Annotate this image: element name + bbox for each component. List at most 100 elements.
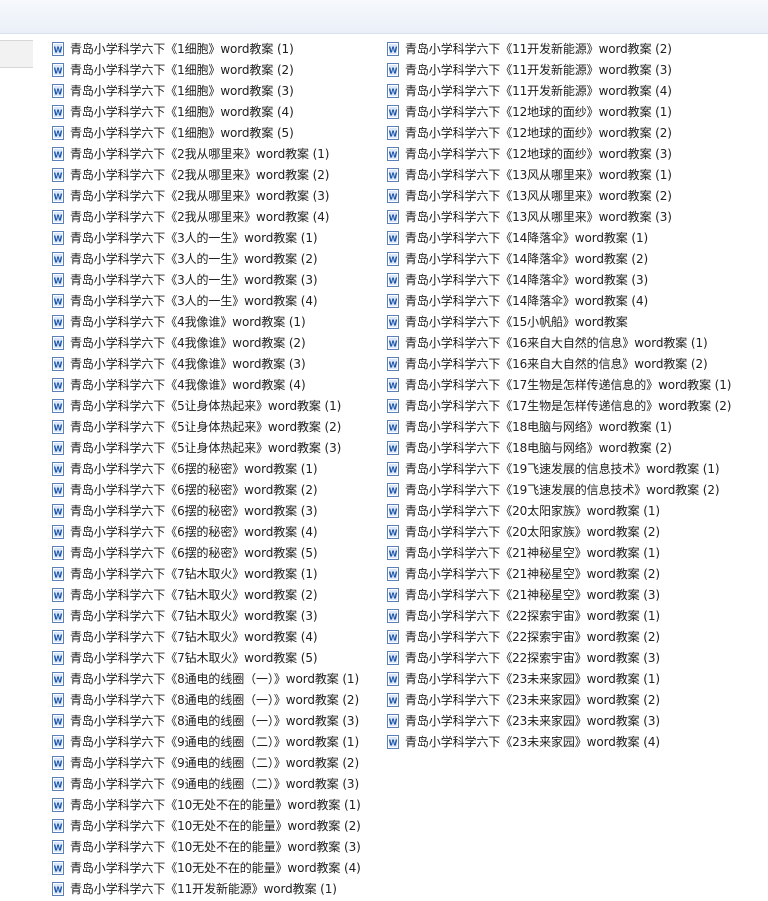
file-item[interactable]: W 青岛小学科学六下《21神秘星空》word教案 (3) (387, 584, 660, 605)
file-item[interactable]: W 青岛小学科学六下《7钻木取火》word教案 (4) (52, 626, 318, 647)
file-item[interactable]: W 青岛小学科学六下《18电脑与网络》word教案 (2) (387, 437, 672, 458)
file-item[interactable]: W 青岛小学科学六下《20太阳家族》word教案 (1) (387, 500, 660, 521)
file-item[interactable]: W 青岛小学科学六下《11开发新能源》word教案 (3) (387, 59, 672, 80)
file-item[interactable]: W 青岛小学科学六下《19飞速发展的信息技术》word教案 (2) (387, 479, 720, 500)
file-name: 青岛小学科学六下《8通电的线圈（一）》word教案 (3) (70, 714, 360, 728)
file-item[interactable]: W 青岛小学科学六下《11开发新能源》word教案 (4) (387, 80, 672, 101)
svg-text:W: W (389, 633, 398, 642)
file-item[interactable]: W 青岛小学科学六下《8通电的线圈（一）》word教案 (1) (52, 668, 359, 689)
file-item[interactable]: W 青岛小学科学六下《11开发新能源》word教案 (2) (387, 38, 672, 59)
file-item[interactable]: W 青岛小学科学六下《13风从哪里来》word教案 (1) (387, 164, 672, 185)
file-item[interactable]: W 青岛小学科学六下《13风从哪里来》word教案 (3) (387, 206, 672, 227)
file-item[interactable]: W 青岛小学科学六下《23未来家园》word教案 (2) (387, 689, 660, 710)
file-item[interactable]: W 青岛小学科学六下《4我像谁》word教案 (4) (52, 374, 306, 395)
file-item[interactable]: W 青岛小学科学六下《2我从哪里来》word教案 (1) (52, 143, 329, 164)
file-item[interactable]: W 青岛小学科学六下《14降落伞》word教案 (3) (387, 269, 648, 290)
file-item[interactable]: W 青岛小学科学六下《8通电的线圈（一）》word教案 (3) (52, 710, 359, 731)
file-item[interactable]: W 青岛小学科学六下《3人的一生》word教案 (3) (52, 269, 318, 290)
file-item[interactable]: W 青岛小学科学六下《3人的一生》word教案 (1) (52, 227, 318, 248)
file-item[interactable]: W 青岛小学科学六下《1细胞》word教案 (5) (52, 122, 294, 143)
file-item[interactable]: W 青岛小学科学六下《12地球的面纱》word教案 (2) (387, 122, 672, 143)
file-item[interactable]: W 青岛小学科学六下《3人的一生》word教案 (4) (52, 290, 318, 311)
file-item[interactable]: W 青岛小学科学六下《22探索宇宙》word教案 (1) (387, 605, 660, 626)
file-item[interactable]: W 青岛小学科学六下《22探索宇宙》word教案 (2) (387, 626, 660, 647)
file-item[interactable]: W 青岛小学科学六下《23未来家园》word教案 (4) (387, 731, 660, 752)
file-name: 青岛小学科学六下《1细胞》word教案 (4) (70, 105, 294, 119)
file-name: 青岛小学科学六下《7钻木取火》word教案 (1) (70, 567, 318, 581)
file-item[interactable]: W 青岛小学科学六下《4我像谁》word教案 (1) (52, 311, 306, 332)
file-item[interactable]: W 青岛小学科学六下《14降落伞》word教案 (4) (387, 290, 648, 311)
svg-text:W: W (54, 276, 63, 285)
word-document-icon: W (387, 125, 399, 140)
file-item[interactable]: W 青岛小学科学六下《23未来家园》word教案 (1) (387, 668, 660, 689)
file-name: 青岛小学科学六下《10无处不在的能量》word教案 (2) (70, 819, 361, 833)
file-item[interactable]: W 青岛小学科学六下《1细胞》word教案 (3) (52, 80, 294, 101)
file-item[interactable]: W 青岛小学科学六下《19飞速发展的信息技术》word教案 (1) (387, 458, 720, 479)
file-item[interactable]: W 青岛小学科学六下《6摆的秘密》word教案 (4) (52, 521, 318, 542)
file-item[interactable]: W 青岛小学科学六下《16来自大自然的信息》word教案 (2) (387, 353, 708, 374)
file-item[interactable]: W 青岛小学科学六下《4我像谁》word教案 (3) (52, 353, 306, 374)
file-item[interactable]: W 青岛小学科学六下《6摆的秘密》word教案 (1) (52, 458, 318, 479)
file-item[interactable]: W 青岛小学科学六下《17生物是怎样传递信息的》word教案 (1) (387, 374, 731, 395)
file-item[interactable]: W 青岛小学科学六下《10无处不在的能量》word教案 (3) (52, 836, 361, 857)
word-document-icon: W (52, 503, 64, 518)
file-item[interactable]: W 青岛小学科学六下《21神秘星空》word教案 (2) (387, 563, 660, 584)
word-document-icon: W (387, 524, 399, 539)
file-name: 青岛小学科学六下《6摆的秘密》word教案 (2) (70, 483, 318, 497)
file-item[interactable]: W 青岛小学科学六下《14降落伞》word教案 (1) (387, 227, 648, 248)
file-item[interactable]: W 青岛小学科学六下《1细胞》word教案 (4) (52, 101, 294, 122)
file-item[interactable]: W 青岛小学科学六下《5让身体热起来》word教案 (3) (52, 437, 341, 458)
file-item[interactable]: W 青岛小学科学六下《7钻木取火》word教案 (3) (52, 605, 318, 626)
file-item[interactable]: W 青岛小学科学六下《9通电的线圈（二）》word教案 (2) (52, 752, 359, 773)
word-document-icon: W (52, 251, 64, 266)
file-item[interactable]: W 青岛小学科学六下《23未来家园》word教案 (3) (387, 710, 660, 731)
file-item[interactable]: W 青岛小学科学六下《5让身体热起来》word教案 (2) (52, 416, 341, 437)
word-document-icon: W (52, 104, 64, 119)
file-item[interactable]: W 青岛小学科学六下《20太阳家族》word教案 (2) (387, 521, 660, 542)
file-item[interactable]: W 青岛小学科学六下《6摆的秘密》word教案 (3) (52, 500, 318, 521)
file-item[interactable]: W 青岛小学科学六下《12地球的面纱》word教案 (3) (387, 143, 672, 164)
word-document-icon: W (52, 62, 64, 77)
file-item[interactable]: W 青岛小学科学六下《7钻木取火》word教案 (5) (52, 647, 318, 668)
file-item[interactable]: W 青岛小学科学六下《11开发新能源》word教案 (1) (52, 878, 337, 899)
file-item[interactable]: W 青岛小学科学六下《17生物是怎样传递信息的》word教案 (2) (387, 395, 731, 416)
file-item[interactable]: W 青岛小学科学六下《5让身体热起来》word教案 (1) (52, 395, 341, 416)
file-item[interactable]: W 青岛小学科学六下《10无处不在的能量》word教案 (2) (52, 815, 361, 836)
file-item[interactable]: W 青岛小学科学六下《9通电的线圈（二）》word教案 (1) (52, 731, 359, 752)
file-item[interactable]: W 青岛小学科学六下《12地球的面纱》word教案 (1) (387, 101, 672, 122)
word-document-icon: W (387, 629, 399, 644)
word-document-icon: W (387, 713, 399, 728)
file-item[interactable]: W 青岛小学科学六下《3人的一生》word教案 (2) (52, 248, 318, 269)
svg-text:W: W (389, 87, 398, 96)
file-item[interactable]: W 青岛小学科学六下《10无处不在的能量》word教案 (4) (52, 857, 361, 878)
word-document-icon: W (52, 209, 64, 224)
file-item[interactable]: W 青岛小学科学六下《2我从哪里来》word教案 (4) (52, 206, 329, 227)
svg-text:W: W (54, 381, 63, 390)
file-item[interactable]: W 青岛小学科学六下《6摆的秘密》word教案 (5) (52, 542, 318, 563)
file-item[interactable]: W 青岛小学科学六下《2我从哪里来》word教案 (2) (52, 164, 329, 185)
file-item[interactable]: W 青岛小学科学六下《6摆的秘密》word教案 (2) (52, 479, 318, 500)
word-document-icon: W (52, 146, 64, 161)
word-document-icon: W (52, 839, 64, 854)
svg-text:W: W (389, 192, 398, 201)
file-item[interactable]: W 青岛小学科学六下《9通电的线圈（二）》word教案 (3) (52, 773, 359, 794)
file-item[interactable]: W 青岛小学科学六下《10无处不在的能量》word教案 (1) (52, 794, 361, 815)
file-item[interactable]: W 青岛小学科学六下《22探索宇宙》word教案 (3) (387, 647, 660, 668)
file-name: 青岛小学科学六下《23未来家园》word教案 (4) (405, 735, 660, 749)
file-item[interactable]: W 青岛小学科学六下《2我从哪里来》word教案 (3) (52, 185, 329, 206)
file-item[interactable]: W 青岛小学科学六下《16来自大自然的信息》word教案 (1) (387, 332, 708, 353)
file-item[interactable]: W 青岛小学科学六下《1细胞》word教案 (1) (52, 38, 294, 59)
file-item[interactable]: W 青岛小学科学六下《21神秘星空》word教案 (1) (387, 542, 660, 563)
file-name: 青岛小学科学六下《23未来家园》word教案 (1) (405, 672, 660, 686)
file-item[interactable]: W 青岛小学科学六下《18电脑与网络》word教案 (1) (387, 416, 672, 437)
file-item[interactable]: W 青岛小学科学六下《14降落伞》word教案 (2) (387, 248, 648, 269)
file-item[interactable]: W 青岛小学科学六下《8通电的线圈（一）》word教案 (2) (52, 689, 359, 710)
file-item[interactable]: W 青岛小学科学六下《7钻木取火》word教案 (1) (52, 563, 318, 584)
svg-text:W: W (54, 738, 63, 747)
file-item[interactable]: W 青岛小学科学六下《15小帆船》word教案 (387, 311, 628, 332)
file-item[interactable]: W 青岛小学科学六下《7钻木取火》word教案 (2) (52, 584, 318, 605)
file-item[interactable]: W 青岛小学科学六下《4我像谁》word教案 (2) (52, 332, 306, 353)
word-document-icon: W (387, 671, 399, 686)
file-item[interactable]: W 青岛小学科学六下《1细胞》word教案 (2) (52, 59, 294, 80)
file-item[interactable]: W 青岛小学科学六下《13风从哪里来》word教案 (2) (387, 185, 672, 206)
